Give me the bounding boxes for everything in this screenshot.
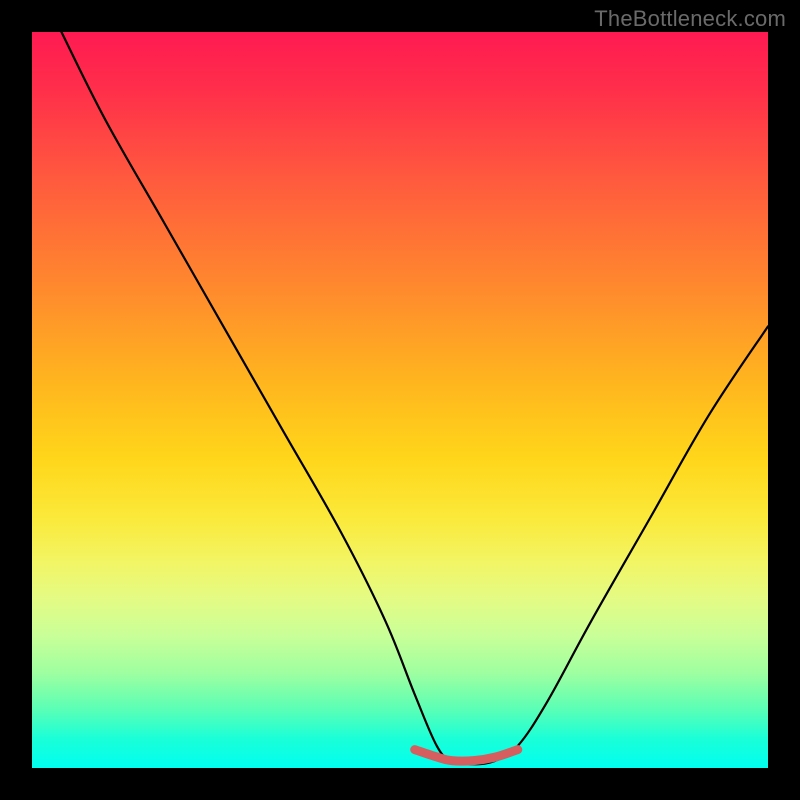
watermark-text: TheBottleneck.com bbox=[594, 6, 786, 32]
bottleneck-curve bbox=[61, 32, 768, 764]
floor-marker bbox=[415, 750, 518, 762]
chart-frame: TheBottleneck.com bbox=[0, 0, 800, 800]
curve-svg bbox=[32, 32, 768, 768]
plot-area bbox=[32, 32, 768, 768]
